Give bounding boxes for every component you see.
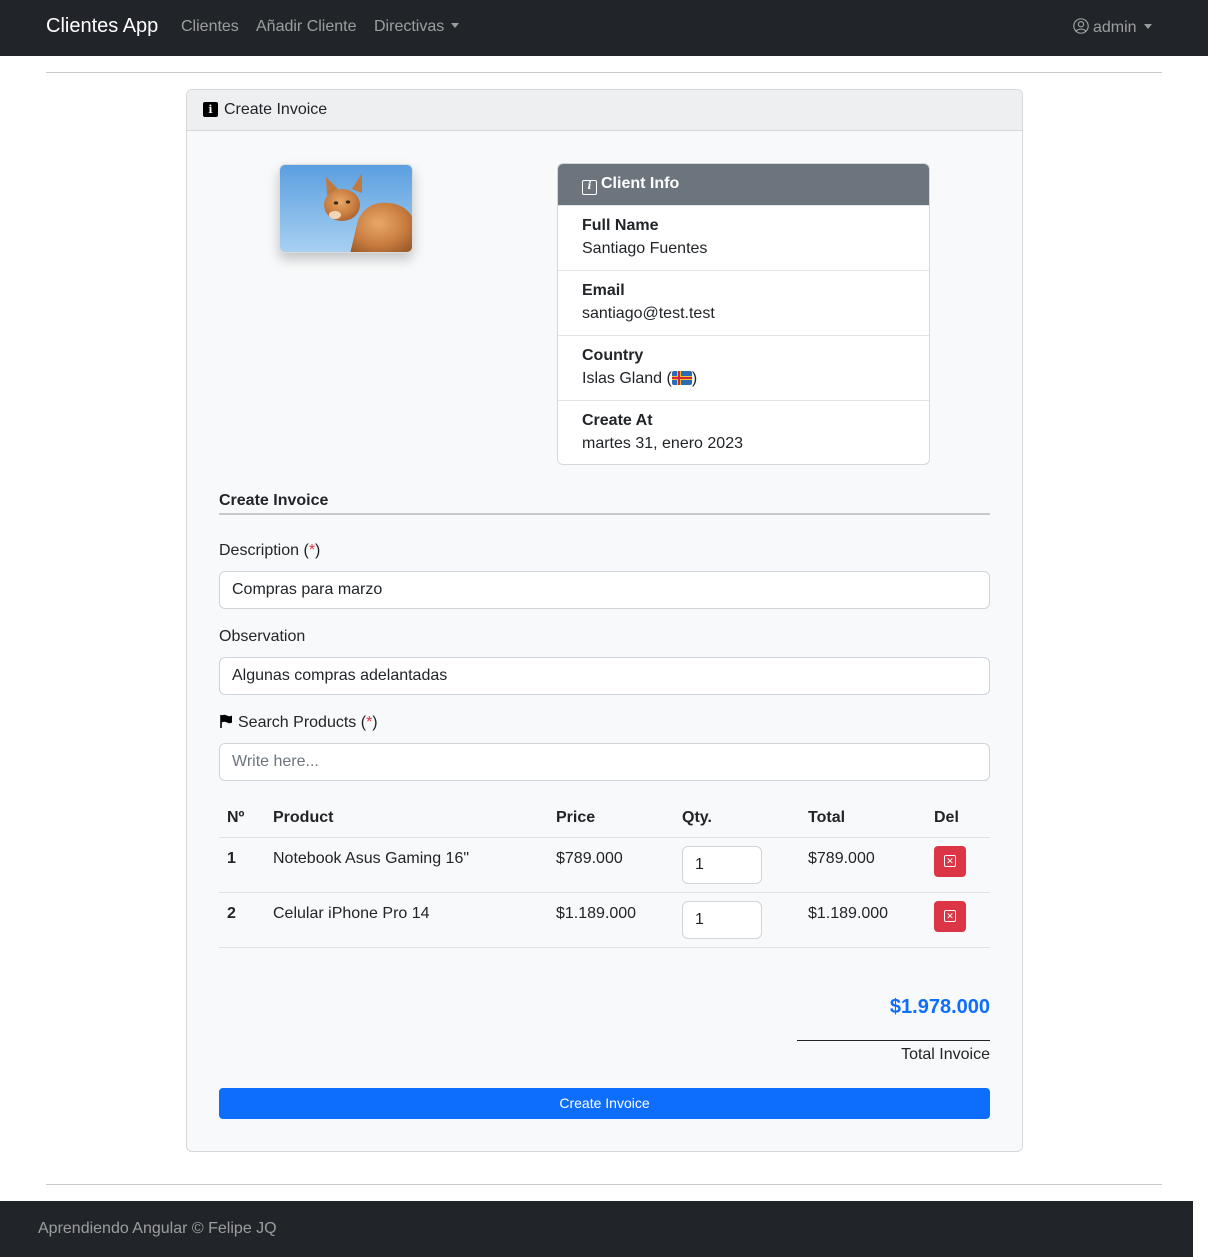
- table-header-qty: Qty.: [682, 809, 712, 826]
- row-total: $789.000: [808, 850, 875, 867]
- chevron-down-icon: [1143, 24, 1152, 29]
- client-info-email: Email santiago@test.test: [558, 270, 929, 335]
- row-price: $1.189.000: [556, 905, 637, 922]
- table-header-divider: [219, 837, 990, 838]
- chevron-down-icon: [451, 23, 460, 28]
- delete-item-button[interactable]: ✕: [934, 901, 966, 932]
- field-value: Islas Gland (): [582, 370, 929, 388]
- field-label: Create At: [582, 412, 653, 429]
- client-info-country: Country Islas Gland (): [558, 335, 929, 400]
- table-row-divider: [219, 892, 990, 893]
- row-number: 1: [227, 850, 236, 867]
- description-input[interactable]: Compras para marzo: [219, 571, 990, 609]
- total-invoice-label: Total Invoice: [901, 1046, 990, 1063]
- field-label: Email: [582, 282, 625, 299]
- close-icon: ✕: [944, 855, 956, 867]
- row-total: $1.189.000: [808, 905, 889, 922]
- client-photo: [279, 164, 413, 253]
- field-value: santiago@test.test: [582, 305, 715, 322]
- row-product: Notebook Asus Gaming 16": [273, 850, 470, 867]
- client-info-fullname: Full Name Santiago Fuentes: [558, 205, 929, 270]
- footer: Aprendiendo Angular © Felipe JQ: [0, 1201, 1193, 1257]
- grand-total-amount: $1.978.000: [889, 996, 990, 1018]
- table-row-divider: [219, 947, 990, 948]
- description-label: Description (*): [219, 542, 321, 559]
- quantity-input[interactable]: 1: [682, 846, 762, 884]
- table-header-delete: Del: [934, 809, 959, 826]
- nav-link-anadir-cliente[interactable]: Añadir Cliente: [256, 18, 357, 36]
- top-navbar: Clientes App Clientes Añadir Cliente Dir…: [0, 0, 1208, 56]
- row-number: 2: [227, 905, 236, 922]
- nav-link-clientes[interactable]: Clientes: [181, 18, 239, 36]
- nav-dropdown-directivas-label: Directivas: [374, 18, 445, 35]
- row-product: Celular iPhone Pro 14: [273, 905, 430, 922]
- field-label: Full Name: [582, 217, 659, 234]
- card-title: Create Invoice: [224, 101, 328, 118]
- nav-dropdown-directivas[interactable]: Directivas: [374, 18, 460, 36]
- table-header-number: Nº: [227, 809, 245, 826]
- table-header-total: Total: [808, 809, 846, 826]
- field-value: Santiago Fuentes: [582, 240, 708, 257]
- user-dropdown[interactable]: admin: [1073, 18, 1152, 37]
- total-divider: [797, 1040, 990, 1041]
- table-header-product: Product: [273, 809, 334, 826]
- close-icon: ✕: [944, 910, 956, 922]
- row-price: $789.000: [556, 850, 623, 867]
- flag-icon: [220, 714, 232, 728]
- aland-flag-icon: [671, 371, 692, 385]
- info-icon: i: [582, 180, 597, 195]
- section-divider: [219, 513, 990, 515]
- client-info-header: i Client Info: [558, 164, 929, 205]
- bottom-divider: [46, 1184, 1162, 1185]
- user-name: admin: [1093, 19, 1137, 36]
- invoice-card: i Create Invoice i Client Info Full Name…: [186, 89, 1023, 1152]
- observation-label: Observation: [219, 628, 306, 645]
- country-name: Islas Gland (: [582, 370, 672, 387]
- country-suffix: ): [691, 370, 698, 387]
- info-icon: i: [203, 102, 218, 117]
- client-info-title: Client Info: [601, 175, 680, 192]
- field-label: Country: [582, 347, 644, 364]
- card-header: i Create Invoice: [187, 90, 1022, 131]
- create-invoice-button[interactable]: Create Invoice: [219, 1088, 990, 1119]
- footer-text: Aprendiendo Angular © Felipe JQ: [38, 1220, 277, 1237]
- quantity-input[interactable]: 1: [682, 901, 762, 939]
- client-info-created: Create At martes 31, enero 2023: [558, 400, 929, 464]
- table-header-price: Price: [556, 809, 596, 826]
- delete-item-button[interactable]: ✕: [934, 846, 966, 877]
- top-divider: [46, 72, 1162, 73]
- field-value: martes 31, enero 2023: [582, 435, 743, 452]
- search-products-input[interactable]: Write here...: [219, 743, 990, 781]
- cat-photo-image: [280, 165, 412, 252]
- search-products-label: Search Products (*): [219, 714, 378, 732]
- client-info-panel: i Client Info Full Name Santiago Fuentes …: [557, 163, 930, 465]
- observation-input[interactable]: Algunas compras adelantadas: [219, 657, 990, 695]
- user-circle-icon: [1073, 18, 1089, 34]
- form-section-title: Create Invoice: [219, 492, 329, 509]
- brand-link[interactable]: Clientes App: [46, 15, 158, 38]
